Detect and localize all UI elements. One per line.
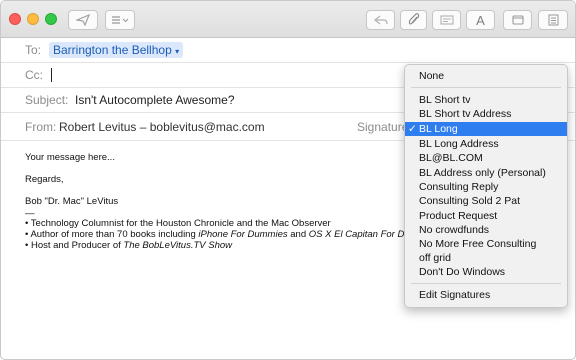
header-fields-button[interactable] [105,10,135,30]
to-recipient-token[interactable]: Barrington the Bellhop ▾ [49,42,184,58]
format-icon [439,15,454,25]
from-value[interactable]: Robert Levitus – boblevitus@mac.com [59,114,265,140]
subject-value: Isn't Autocomplete Awesome? [75,93,235,107]
menu-item-product-request[interactable]: Product Request [405,209,567,223]
signature-bullet-3: • Host and Producer of The BobLeVitus.TV… [25,240,232,251]
photo-browser-button[interactable] [503,10,532,30]
format-bar-button[interactable] [432,10,461,30]
paperclip-icon [408,13,419,25]
body-line-2: Regards, [25,174,64,185]
signature-bullet-1: • Technology Columnist for the Houston C… [25,218,331,229]
menu-item-bl-address-only[interactable]: BL Address only (Personal) [405,166,567,180]
bullet-2-text-a: • Author of more than 70 books including [25,229,199,240]
fonts-button[interactable]: A [466,10,495,30]
bullet-3-text: • Host and Producer of [25,240,124,251]
from-label: From: [25,120,57,134]
to-field[interactable]: To: Barrington the Bellhop ▾ [1,38,575,63]
close-button[interactable] [9,13,21,25]
header-fields-icon [112,16,129,24]
to-recipient-name: Barrington the Bellhop [53,43,172,57]
send-button[interactable] [68,10,98,30]
paper-plane-icon [76,14,90,26]
menu-item-off-grid[interactable]: off grid [405,251,567,265]
chevron-down-icon: ▾ [175,47,180,56]
menu-item-no-more-free-consulting[interactable]: No More Free Consulting [405,237,567,251]
menu-item-bl-long-address[interactable]: BL Long Address [405,137,567,151]
menu-separator [411,87,561,88]
emoji-button[interactable] [538,10,568,30]
signature-name-line: Bob "Dr. Mac" LeVitus [25,196,119,207]
menu-item-consulting-sold-2-pat[interactable]: Consulting Sold 2 Pat [405,194,567,208]
menu-item-bl-long-label: BL Long [419,123,458,135]
menu-item-none[interactable]: None [405,69,567,83]
minimize-button[interactable] [27,13,39,25]
cc-label: Cc: [25,68,43,82]
zoom-button[interactable] [45,13,57,25]
menu-item-bl-long[interactable]: ✓ BL Long [405,122,567,136]
menu-item-bl-at-bl-com[interactable]: BL@BL.COM [405,151,567,165]
signature-label: Signature [357,120,409,134]
font-icon: A [476,12,485,28]
photo-browser-icon [511,15,524,25]
signature-menu: None BL Short tv BL Short tv Address ✓ BL… [404,64,568,308]
menu-item-no-crowdfunds[interactable]: No crowdfunds [405,223,567,237]
menu-item-edit-signatures[interactable]: Edit Signatures [405,288,567,302]
checkmark-icon: ✓ [408,123,417,135]
compose-window: A To: Barrington the Bellhop ▾ Cc: Subje… [0,0,576,360]
signature-bullet-2: • Author of more than 70 books including… [25,229,404,240]
subject-label: Subject: [25,93,69,107]
menu-item-bl-short-tv[interactable]: BL Short tv [405,93,567,107]
bullet-2-text-b: and [287,229,309,240]
menu-separator [411,283,561,284]
to-label: To: [25,43,42,57]
toolbar: A [1,1,575,38]
menu-item-consulting-reply[interactable]: Consulting Reply [405,180,567,194]
bullet-2-title-1: iPhone For Dummies [198,229,288,240]
bullet-3-title: The BobLeVitus.TV Show [123,240,233,251]
grid-icon [548,14,558,26]
body-line-1: Your message here... [25,152,115,163]
reply-arrow-icon [373,15,388,25]
menu-item-bl-short-tv-address[interactable]: BL Short tv Address [405,107,567,121]
bullet-2-title-2: OS X El Capitan For D [308,229,405,240]
menu-item-dont-do-windows[interactable]: Don't Do Windows [405,265,567,279]
reply-button[interactable] [366,10,395,30]
attach-button[interactable] [400,10,427,30]
text-cursor [51,68,52,82]
